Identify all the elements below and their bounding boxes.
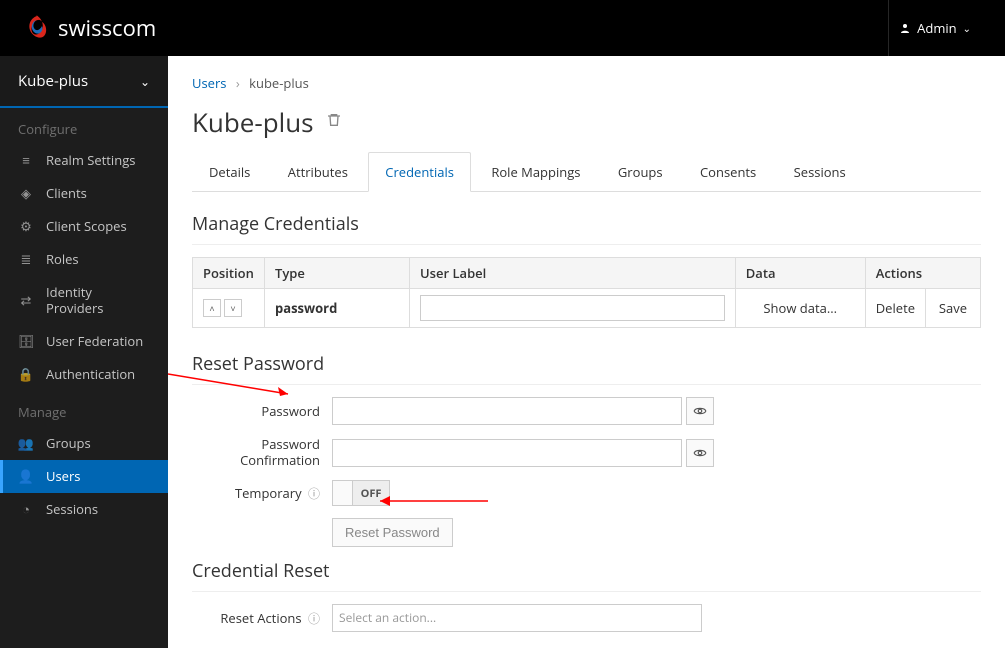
user-label-input[interactable] xyxy=(420,295,725,321)
show-data-button[interactable]: Show data... xyxy=(746,299,855,317)
credentials-table: Position Type User Label Data Actions ˄ … xyxy=(192,257,981,328)
database-icon: 🗄 xyxy=(18,333,34,350)
breadcrumb: Users › kube-plus xyxy=(192,74,981,92)
credential-row: ˄ ˅ password Show data... Delete Save xyxy=(193,289,981,328)
swisscom-logo-icon xyxy=(24,14,50,42)
nav-authentication[interactable]: 🔒 Authentication xyxy=(0,358,168,391)
eye-icon xyxy=(693,404,707,418)
nav-realm-settings[interactable]: ≡ Realm Settings xyxy=(0,144,168,177)
section-manage-title: Manage xyxy=(0,391,168,427)
help-icon[interactable]: ⓘ xyxy=(308,485,320,502)
help-icon[interactable]: ⓘ xyxy=(308,610,320,627)
nav-client-scopes[interactable]: ⚙ Client Scopes xyxy=(0,210,168,243)
chevron-down-icon: ⌄ xyxy=(963,21,971,35)
password-label: Password xyxy=(192,402,332,420)
nav-roles[interactable]: ≣ Roles xyxy=(0,243,168,276)
reset-actions-label: Reset Actions ⓘ xyxy=(192,609,332,627)
nav-users[interactable]: 👤 Users xyxy=(0,460,168,493)
password-confirm-input[interactable] xyxy=(332,439,682,467)
col-position: Position xyxy=(193,258,265,289)
tab-details[interactable]: Details xyxy=(192,152,267,192)
brand-text: swisscom xyxy=(58,13,156,43)
cube-icon: ◈ xyxy=(18,185,34,202)
sliders-icon: ≡ xyxy=(18,152,34,169)
toggle-password-confirm-visibility[interactable] xyxy=(686,439,714,467)
toggle-knob xyxy=(333,481,353,505)
tab-consents[interactable]: Consents xyxy=(683,152,773,192)
col-type: Type xyxy=(265,258,410,289)
breadcrumb-separator: › xyxy=(236,74,240,92)
reset-actions-select[interactable]: Select an action... xyxy=(332,604,702,632)
groups-icon: 👥 xyxy=(18,435,34,452)
list-icon: ≣ xyxy=(18,251,34,268)
user-name: Admin xyxy=(917,19,956,37)
main-content: Users › kube-plus Kube-plus Details Attr… xyxy=(168,56,1005,648)
password-input[interactable] xyxy=(332,397,682,425)
nav-clients[interactable]: ◈ Clients xyxy=(0,177,168,210)
tab-role-mappings[interactable]: Role Mappings xyxy=(474,152,597,192)
password-confirm-label: Password Confirmation xyxy=(192,437,332,468)
manage-credentials-heading: Manage Credentials xyxy=(192,212,981,245)
credential-type: password xyxy=(275,299,337,317)
realm-selector[interactable]: Kube-plus ⌄ xyxy=(0,56,168,108)
exchange-icon: ⇄ xyxy=(18,292,34,309)
user-icon xyxy=(899,22,911,34)
col-actions: Actions xyxy=(865,258,980,289)
tab-groups[interactable]: Groups xyxy=(601,152,680,192)
breadcrumb-users-link[interactable]: Users xyxy=(192,74,226,92)
breadcrumb-current: kube-plus xyxy=(249,74,309,92)
section-configure-title: Configure xyxy=(0,108,168,144)
reset-password-button[interactable]: Reset Password xyxy=(332,518,453,547)
toggle-password-visibility[interactable] xyxy=(686,397,714,425)
nav-user-federation[interactable]: 🗄 User Federation xyxy=(0,325,168,358)
page-title: Kube-plus xyxy=(192,104,981,140)
temporary-label: Temporary ⓘ xyxy=(192,484,332,502)
lock-icon: 🔒 xyxy=(18,366,34,383)
trash-icon[interactable] xyxy=(326,110,342,134)
nav-identity-providers[interactable]: ⇄ Identity Providers xyxy=(0,276,168,326)
credential-reset-heading: Credential Reset xyxy=(192,559,981,592)
delete-button[interactable]: Delete xyxy=(876,299,915,317)
user-icon: 👤 xyxy=(18,468,34,485)
move-down-button[interactable]: ˅ xyxy=(224,299,242,317)
sidebar: Kube-plus ⌄ Configure ≡ Realm Settings ◈… xyxy=(0,56,168,648)
move-up-button[interactable]: ˄ xyxy=(203,299,221,317)
brand-logo: swisscom xyxy=(24,13,156,43)
tab-sessions[interactable]: Sessions xyxy=(777,152,863,192)
clock-icon: ◔ xyxy=(18,501,34,518)
nav-groups[interactable]: 👥 Groups xyxy=(0,427,168,460)
temporary-toggle[interactable]: OFF xyxy=(332,480,390,506)
reset-password-heading: Reset Password xyxy=(192,352,981,385)
tab-attributes[interactable]: Attributes xyxy=(271,152,365,192)
user-menu[interactable]: Admin ⌄ xyxy=(888,0,981,56)
tab-credentials[interactable]: Credentials xyxy=(368,152,471,192)
nav-sessions[interactable]: ◔ Sessions xyxy=(0,493,168,526)
chevron-down-icon: ⌄ xyxy=(140,73,150,90)
scopes-icon: ⚙ xyxy=(18,218,34,235)
eye-icon xyxy=(693,446,707,460)
realm-name: Kube-plus xyxy=(18,71,88,91)
col-data: Data xyxy=(735,258,865,289)
save-button[interactable]: Save xyxy=(936,299,970,317)
app-header: swisscom Admin ⌄ xyxy=(0,0,1005,56)
col-user-label: User Label xyxy=(410,258,736,289)
tabs: Details Attributes Credentials Role Mapp… xyxy=(192,152,981,192)
toggle-label: OFF xyxy=(353,481,389,505)
